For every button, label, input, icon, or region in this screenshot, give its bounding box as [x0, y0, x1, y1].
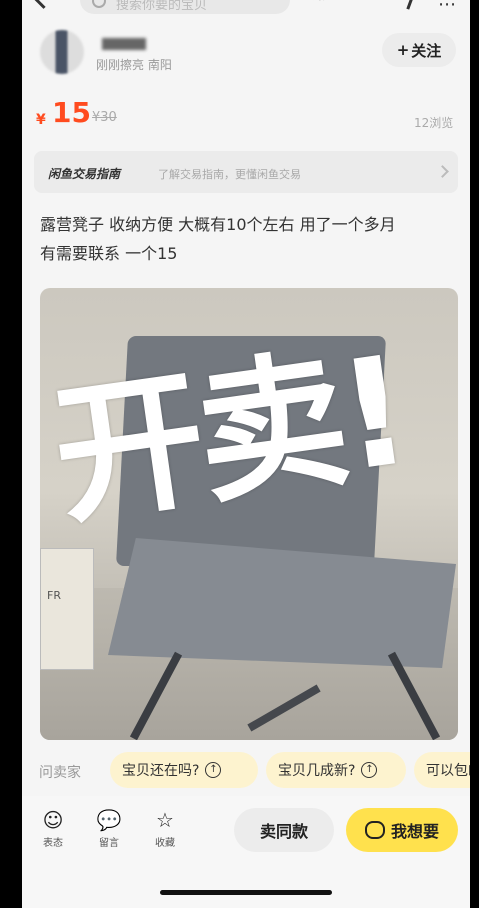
comment-button[interactable]: 💬 留言 — [90, 808, 128, 849]
more-icon[interactable]: ⋯ — [438, 0, 456, 15]
original-price: ¥30 — [92, 110, 117, 125]
chip-label: 可以包邮 — [426, 763, 470, 779]
react-button[interactable]: ☺ 表态 — [34, 808, 72, 849]
search-icon — [92, 0, 106, 8]
item-description: 露营凳子 收纳方便 大概有10个左右 用了一个多月 有需要联系 一个15 — [40, 210, 460, 268]
chair-seat — [108, 538, 456, 668]
quick-question-chip[interactable]: 宝贝还在吗? ↑ — [110, 752, 258, 788]
back-icon[interactable] — [30, 0, 57, 9]
search-input[interactable]: 搜索你要的宝贝 — [80, 0, 290, 14]
want-label: 我想要 — [390, 822, 439, 841]
arrow-up-icon: ↑ — [361, 762, 378, 778]
guide-text: 了解交易指南，更懂闲鱼交易 — [158, 168, 301, 181]
description-line-2: 有需要联系 一个15 — [40, 244, 178, 263]
share-icon[interactable] — [391, 0, 416, 10]
follow-label: 关注 — [411, 41, 442, 60]
chip-label: 宝贝几成新? — [278, 763, 356, 779]
top-right-text: 浏览 — [310, 0, 334, 3]
search-placeholder: 搜索你要的宝贝 — [116, 0, 208, 13]
sell-same-button[interactable]: 卖同款 — [234, 808, 334, 852]
favorite-label: 收藏 — [155, 838, 175, 849]
chevron-right-icon — [436, 165, 449, 178]
seller-meta: 刚刚擦亮 南阳 — [96, 58, 172, 72]
home-indicator — [160, 890, 332, 895]
photo-box: FR — [40, 548, 94, 670]
want-button[interactable]: 我想要 — [346, 808, 458, 852]
currency-symbol: ¥ — [36, 112, 46, 128]
seller-name-blurred[interactable] — [102, 38, 146, 50]
plus-icon: + — [396, 41, 410, 59]
arrow-up-icon: ↑ — [205, 762, 222, 778]
favorite-button[interactable]: ☆ 收藏 — [146, 808, 184, 849]
box-text: FR — [47, 589, 61, 602]
react-label: 表态 — [43, 838, 63, 849]
description-line-1: 露营凳子 收纳方便 大概有10个左右 用了一个多月 — [40, 215, 396, 234]
chip-label: 宝贝还在吗? — [122, 763, 200, 779]
comment-label: 留言 — [99, 838, 119, 849]
ask-seller-label[interactable]: 问卖家 — [39, 762, 81, 782]
bottom-bar: ☺ 表态 💬 留言 ☆ 收藏 卖同款 我想要 — [22, 796, 470, 908]
photo-overlay-text: 开卖! — [43, 324, 415, 546]
guide-title: 闲鱼交易指南 — [48, 167, 121, 181]
quick-questions-bar: 问卖家 宝贝还在吗? ↑ 宝贝几成新? ↑ 可以包邮 — [22, 744, 470, 796]
view-count: 12浏览 — [414, 116, 454, 130]
trade-guide-banner[interactable]: 闲鱼交易指南 了解交易指南，更懂闲鱼交易 — [34, 151, 458, 193]
current-price: 15 — [52, 96, 91, 129]
quick-question-chip[interactable]: 可以包邮 — [414, 752, 470, 788]
quick-question-chip[interactable]: 宝贝几成新? ↑ — [266, 752, 406, 788]
top-bar: 搜索你要的宝贝 浏览 ⋯ — [22, 0, 470, 18]
smile-plus-icon: ☺ — [42, 808, 64, 832]
item-photo[interactable]: FR 开卖! — [40, 288, 458, 740]
chat-bubble-icon — [364, 821, 385, 839]
seller-avatar[interactable] — [40, 30, 84, 74]
follow-button[interactable]: + 关注 — [382, 33, 456, 67]
chat-icon: 💬 — [96, 808, 122, 832]
star-icon: ☆ — [156, 808, 174, 832]
product-page: 搜索你要的宝贝 浏览 ⋯ 刚刚擦亮 南阳 + 关注 ¥ 15 ¥30 12浏览 … — [22, 0, 470, 908]
